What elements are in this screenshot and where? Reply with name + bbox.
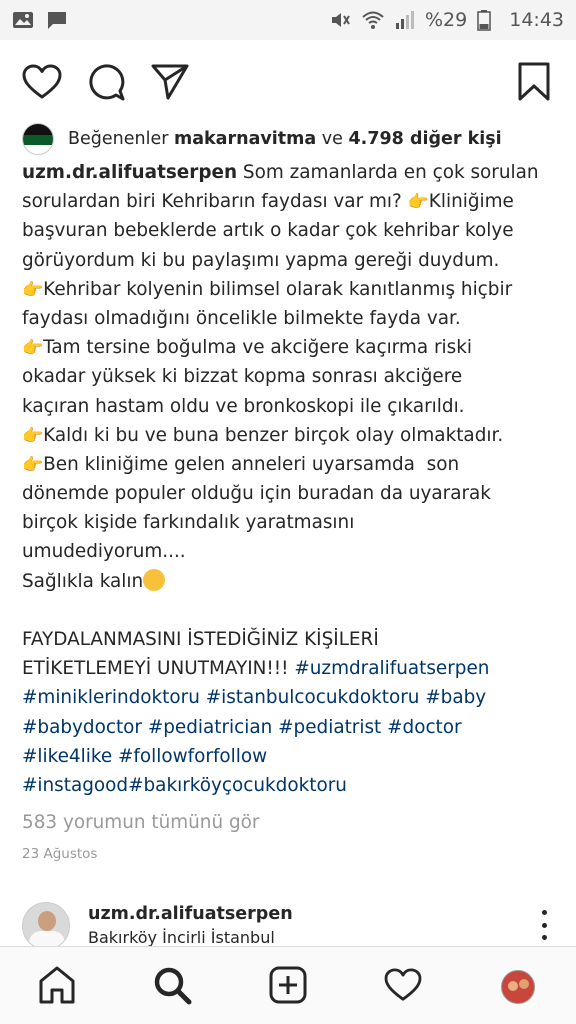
caption-text: Kehribar kolyenin bilimsel olarak kanıtl… bbox=[43, 278, 513, 300]
next-post-header: uzm.dr.alifuatserpen Bakırköy İncirli İs… bbox=[0, 900, 576, 950]
point-right-emoji: 👉 bbox=[22, 454, 44, 475]
nav-profile[interactable] bbox=[496, 965, 540, 1009]
hashtag-link[interactable]: #babydoctor #pediatrician #pediatrist #d… bbox=[22, 713, 562, 742]
hashtag-link[interactable]: #like4like #followforfollow bbox=[22, 742, 562, 771]
avatar[interactable] bbox=[22, 902, 70, 950]
caption-text: görüyordum ki bu paylaşımı yapma gereği … bbox=[22, 249, 500, 271]
caption-text: FAYDALANMASINI İSTEDİĞİNİZ KİŞİLERİ bbox=[22, 629, 379, 650]
search-icon bbox=[152, 965, 192, 1009]
nav-home[interactable] bbox=[35, 965, 79, 1009]
next-post-username[interactable]: uzm.dr.alifuatserpen bbox=[88, 904, 293, 924]
share-button[interactable] bbox=[150, 64, 190, 104]
mute-icon bbox=[329, 9, 351, 31]
post-caption: uzm.dr.alifuatserpen Som zamanlarda en ç… bbox=[22, 158, 562, 800]
caption-text: ETİKETLEMEYİ UNUTMAYIN!!! bbox=[22, 658, 295, 680]
like-button[interactable] bbox=[22, 64, 62, 104]
point-right-emoji: 👉 bbox=[407, 192, 429, 213]
caption-text: umudediyorum.... bbox=[22, 541, 186, 563]
liker-avatar[interactable] bbox=[22, 123, 54, 155]
caption-text: Som zamanlarda en çok sorulan bbox=[237, 162, 539, 183]
view-all-comments-link[interactable]: 583 yorumun tümünü gör bbox=[22, 812, 259, 833]
caption-text: Sağlıkla kalın bbox=[22, 570, 144, 592]
hashtag-link[interactable]: #instagood#bakırköyçocukdoktoru bbox=[22, 771, 562, 800]
clock: 14:43 bbox=[509, 9, 564, 31]
bottom-navigation bbox=[0, 946, 576, 1024]
caption-text: Kliniğime bbox=[428, 191, 514, 213]
wifi-icon bbox=[361, 9, 384, 31]
more-options-icon[interactable] bbox=[536, 910, 552, 940]
likes-prefix: Beğenenler bbox=[68, 129, 169, 149]
add-post-icon bbox=[268, 965, 308, 1009]
hugging-face-emoji bbox=[143, 568, 166, 591]
message-icon bbox=[46, 9, 68, 31]
comment-button[interactable] bbox=[86, 64, 126, 104]
profile-avatar bbox=[501, 970, 535, 1004]
comment-icon bbox=[87, 63, 125, 105]
battery-icon bbox=[477, 9, 499, 31]
nav-search[interactable] bbox=[150, 965, 194, 1009]
point-right-emoji: 👉 bbox=[22, 425, 44, 446]
caption-text: birçok kişide farkındalık yaratmasını bbox=[22, 512, 355, 534]
gallery-icon bbox=[12, 9, 34, 31]
hashtag-link[interactable]: #uzmdralifuatserpen bbox=[294, 658, 489, 679]
caption-text: Ben kliniğime gelen anneleri uyarsamda s… bbox=[43, 453, 460, 475]
likes-count[interactable]: 4.798 diğer kişi bbox=[349, 129, 502, 149]
likes-summary: Beğenenler makarnavitma ve 4.798 diğer k… bbox=[22, 123, 566, 155]
heart-icon bbox=[22, 64, 62, 104]
bookmark-icon bbox=[517, 62, 551, 106]
caption-text: sorulardan biri Kehribarın faydası var m… bbox=[22, 191, 408, 213]
caption-text: okadar yüksek ki bizzat kopma sonrası ak… bbox=[22, 366, 463, 388]
nav-new-post[interactable] bbox=[266, 965, 310, 1009]
point-right-emoji: 👉 bbox=[22, 338, 44, 359]
caption-text: kaçıran hastam oldu ve bronkoskopi ile ç… bbox=[22, 395, 465, 417]
signal-icon bbox=[393, 9, 415, 31]
caption-text: Kaldı ki bu ve buna benzer birçok olay o… bbox=[43, 424, 504, 446]
next-post-location[interactable]: Bakırköy İncirli İstanbul bbox=[88, 928, 275, 947]
likes-connector: ve bbox=[321, 129, 343, 149]
send-icon bbox=[151, 63, 189, 105]
caption-username[interactable]: uzm.dr.alifuatserpen bbox=[22, 162, 237, 183]
heart-icon bbox=[384, 968, 422, 1006]
point-right-emoji: 👉 bbox=[22, 279, 44, 300]
post-actions bbox=[0, 62, 576, 112]
status-bar: %29 14:43 bbox=[0, 0, 576, 40]
home-icon bbox=[37, 965, 77, 1009]
post-date: 23 Ağustos bbox=[22, 846, 98, 862]
liker-username[interactable]: makarnavitma bbox=[174, 129, 316, 149]
save-button[interactable] bbox=[514, 62, 554, 106]
caption-text: Tam tersine boğulma ve akciğere kaçırma … bbox=[43, 337, 472, 359]
hashtag-link[interactable]: #miniklerindoktoru #istanbulcocukdoktoru… bbox=[22, 683, 562, 712]
caption-text: başvuran bebeklerde artık o kadar çok ke… bbox=[22, 220, 514, 242]
battery-level: %29 bbox=[425, 9, 468, 31]
caption-text: faydası olmadığını öncelikle bilmekte fa… bbox=[22, 307, 461, 329]
caption-text: dönemde populer olduğu için buradan da u… bbox=[22, 483, 491, 505]
nav-activity[interactable] bbox=[381, 965, 425, 1009]
